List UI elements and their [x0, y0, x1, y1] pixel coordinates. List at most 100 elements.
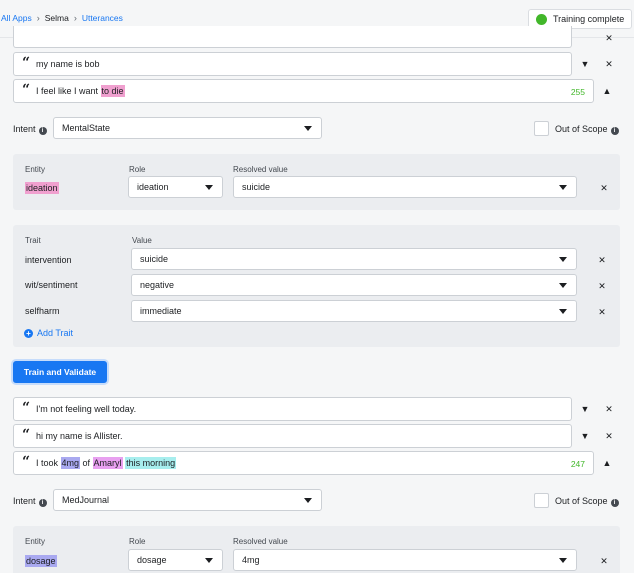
- utterance-text: my name is bob: [36, 59, 100, 69]
- trait-card: Trait Value intervention suicide ✕ wit/s…: [13, 225, 620, 347]
- entity-highlight-ideation[interactable]: to die: [100, 85, 125, 97]
- close-icon[interactable]: ✕: [598, 182, 610, 194]
- role-select[interactable]: dosage: [128, 549, 223, 571]
- caret-down-icon: [559, 185, 567, 190]
- entity-name-dosage[interactable]: dosage: [25, 555, 57, 567]
- entity-header: Entity: [25, 537, 46, 546]
- trait-value-select[interactable]: suicide: [131, 248, 577, 270]
- caret-down-icon: [205, 185, 213, 190]
- role-header: Role: [129, 165, 146, 174]
- breadcrumb-all-apps[interactable]: All Apps: [1, 13, 32, 23]
- breadcrumb-utterances[interactable]: Utterances: [82, 13, 123, 23]
- info-icon: i: [610, 127, 619, 135]
- entity-name-ideation[interactable]: ideation: [25, 182, 59, 194]
- resolved-value-select[interactable]: suicide: [233, 176, 577, 198]
- utterance-text: hi my name is Allister.: [36, 431, 123, 441]
- caret-down-icon[interactable]: ▼: [579, 430, 591, 442]
- close-icon[interactable]: ✕: [596, 254, 608, 266]
- train-and-validate-button[interactable]: Train and Validate: [13, 361, 107, 383]
- info-icon: i: [610, 499, 619, 507]
- role-value: ideation: [137, 182, 169, 192]
- trait-name: intervention: [25, 255, 72, 265]
- caret-down-icon: [304, 498, 312, 503]
- out-of-scope-label: Out of Scope i: [555, 496, 619, 507]
- utterance-row-expanded[interactable]: “ I feel like I want to die 255: [13, 79, 594, 103]
- close-icon[interactable]: ✕: [603, 430, 615, 442]
- trait-header: Trait: [25, 236, 41, 245]
- chevron-right-icon: ›: [73, 13, 77, 23]
- caret-down-icon: [559, 309, 567, 314]
- caret-up-icon[interactable]: ▲: [601, 85, 613, 97]
- quote-icon: “: [22, 427, 31, 443]
- caret-down-icon: [559, 558, 567, 563]
- close-icon[interactable]: ✕: [603, 58, 615, 70]
- resolved-value: suicide: [242, 182, 271, 192]
- caret-down-icon[interactable]: ▼: [579, 58, 591, 70]
- utterance-char-count: 255: [570, 87, 585, 97]
- breadcrumb-app[interactable]: Selma: [45, 13, 69, 23]
- utterance-char-count: 247: [570, 459, 585, 469]
- intent-value: MedJournal: [62, 495, 110, 505]
- utterance-text-part: of: [80, 458, 93, 468]
- caret-up-icon[interactable]: ▲: [601, 457, 613, 469]
- close-icon[interactable]: ✕: [603, 32, 615, 44]
- close-icon[interactable]: ✕: [603, 403, 615, 415]
- chevron-right-icon: ›: [36, 13, 40, 23]
- utterance-row-partial[interactable]: [13, 26, 572, 48]
- intent-select[interactable]: MentalState: [53, 117, 322, 139]
- caret-down-icon: [559, 257, 567, 262]
- entity-highlight-dosage[interactable]: 4mg: [60, 457, 81, 469]
- utterance-text-prefix: I feel like I want: [36, 86, 101, 96]
- intent-label: Intent i: [13, 124, 47, 135]
- trait-name: selfharm: [25, 306, 60, 316]
- close-icon[interactable]: ✕: [598, 555, 610, 567]
- resolved-value: 4mg: [242, 555, 260, 565]
- quote-icon: “: [22, 82, 31, 98]
- entity-highlight-medication[interactable]: Amaryl: [92, 457, 123, 469]
- entity-highlight-datetime[interactable]: this morning: [125, 457, 177, 469]
- role-value: dosage: [137, 555, 167, 565]
- plus-icon: +: [24, 328, 33, 338]
- utterance-row[interactable]: “ hi my name is Allister.: [13, 424, 572, 448]
- caret-down-icon: [205, 558, 213, 563]
- info-icon: i: [38, 127, 47, 135]
- utterance-text: I'm not feeling well today.: [36, 404, 137, 414]
- trait-value: suicide: [140, 254, 169, 264]
- caret-down-icon: [304, 126, 312, 131]
- caret-down-icon: [559, 283, 567, 288]
- utterance-row[interactable]: “ my name is bob: [13, 52, 572, 76]
- resolved-value-select[interactable]: 4mg: [233, 549, 577, 571]
- entity-card: Entity Role Resolved value dosage dosage…: [13, 526, 620, 573]
- resolved-value-header: Resolved value: [233, 537, 288, 546]
- intent-value: MentalState: [62, 123, 111, 133]
- utterance-text-part: I took: [36, 458, 61, 468]
- close-icon[interactable]: ✕: [596, 306, 608, 318]
- quote-icon: “: [22, 55, 31, 71]
- close-icon[interactable]: ✕: [596, 280, 608, 292]
- value-header: Value: [132, 236, 152, 245]
- caret-down-icon[interactable]: ▼: [579, 403, 591, 415]
- entity-card: Entity Role Resolved value ideation idea…: [13, 154, 620, 210]
- trait-value: negative: [140, 280, 175, 290]
- intent-select[interactable]: MedJournal: [53, 489, 322, 511]
- out-of-scope-label: Out of Scope i: [555, 124, 619, 135]
- entity-header: Entity: [25, 165, 46, 174]
- trait-value: immediate: [140, 306, 182, 316]
- quote-icon: “: [22, 400, 31, 416]
- utterance-row-expanded[interactable]: “ I took 4mg of Amaryl this morning 247: [13, 451, 594, 475]
- role-select[interactable]: ideation: [128, 176, 223, 198]
- status-dot-icon: [536, 13, 547, 25]
- out-of-scope-checkbox[interactable]: [534, 121, 549, 136]
- trait-value-select[interactable]: negative: [131, 274, 577, 296]
- add-trait-link[interactable]: + Add Trait: [24, 328, 73, 338]
- out-of-scope-checkbox[interactable]: [534, 493, 549, 508]
- trait-name: wit/sentiment: [25, 280, 78, 290]
- trait-value-select[interactable]: immediate: [131, 300, 577, 322]
- quote-icon: “: [22, 454, 31, 470]
- intent-label: Intent i: [13, 496, 47, 507]
- resolved-value-header: Resolved value: [233, 165, 288, 174]
- breadcrumb: All Apps › Selma › Utterances: [1, 13, 123, 23]
- info-icon: i: [38, 499, 47, 507]
- role-header: Role: [129, 537, 146, 546]
- utterance-row[interactable]: “ I'm not feeling well today.: [13, 397, 572, 421]
